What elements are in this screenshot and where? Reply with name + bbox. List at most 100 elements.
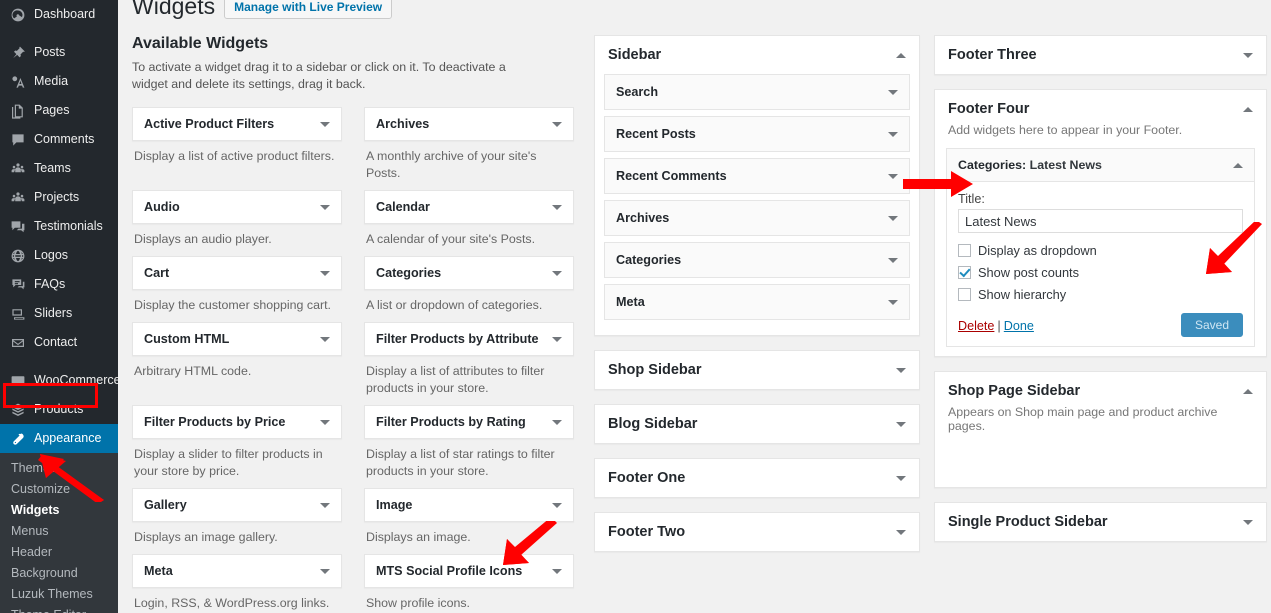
chevron-down-icon[interactable] bbox=[552, 204, 562, 210]
available-widget-custom-html[interactable]: Custom HTML bbox=[132, 322, 342, 356]
appearance-icon bbox=[9, 430, 27, 448]
chevron-down-icon[interactable] bbox=[888, 299, 898, 305]
widget-title-input[interactable] bbox=[958, 209, 1243, 233]
chevron-down-icon[interactable] bbox=[320, 419, 330, 425]
assigned-widget-archives[interactable]: Archives bbox=[604, 200, 910, 236]
submenu-item-widgets[interactable]: Widgets bbox=[0, 499, 118, 520]
checkbox-row[interactable]: Display as dropdown bbox=[958, 243, 1243, 258]
sidebar-item-faqs[interactable]: FAQs bbox=[0, 270, 118, 299]
sidebar-item-products[interactable]: Products bbox=[0, 395, 118, 424]
chevron-down-icon[interactable] bbox=[320, 336, 330, 342]
submenu-item-customize[interactable]: Customize bbox=[0, 478, 118, 499]
checkbox-show-hierarchy[interactable] bbox=[958, 288, 971, 301]
assigned-widget-categories[interactable]: Categories bbox=[604, 242, 910, 278]
panel-header[interactable]: Single Product Sidebar bbox=[935, 503, 1266, 541]
available-widget-audio[interactable]: Audio bbox=[132, 190, 342, 224]
assigned-widget-recent-posts[interactable]: Recent Posts bbox=[604, 116, 910, 152]
pages-icon bbox=[9, 102, 27, 120]
sidebar-item-sliders[interactable]: Sliders bbox=[0, 299, 118, 328]
available-widget-archives[interactable]: Archives bbox=[364, 107, 574, 141]
checkbox-display-as-dropdown[interactable] bbox=[958, 244, 971, 257]
sidebar-item-pages[interactable]: Pages bbox=[0, 96, 118, 125]
assigned-widget-search[interactable]: Search bbox=[604, 74, 910, 110]
chevron-down-icon[interactable] bbox=[552, 419, 562, 425]
available-widget-calendar[interactable]: Calendar bbox=[364, 190, 574, 224]
chevron-down-icon[interactable] bbox=[552, 336, 562, 342]
delete-link[interactable]: Delete bbox=[958, 319, 994, 333]
available-widget-filter-products-by-rating[interactable]: Filter Products by Rating bbox=[364, 405, 574, 439]
chevron-down-icon[interactable] bbox=[320, 270, 330, 276]
submenu-item-themes[interactable]: Themes bbox=[0, 457, 118, 478]
chevron-down-icon[interactable] bbox=[896, 529, 906, 535]
chevron-down-icon[interactable] bbox=[320, 121, 330, 127]
panel-header[interactable]: Footer Three bbox=[935, 36, 1266, 74]
chevron-up-icon[interactable] bbox=[1243, 388, 1253, 394]
checkbox-show-post-counts[interactable] bbox=[958, 266, 971, 279]
sidebar-item-media[interactable]: Media bbox=[0, 67, 118, 96]
panel-header[interactable]: Footer One bbox=[595, 459, 919, 497]
sidebar-item-logos[interactable]: Logos bbox=[0, 241, 118, 270]
available-widget-gallery[interactable]: Gallery bbox=[132, 488, 342, 522]
woocommerce-icon bbox=[9, 372, 27, 390]
chevron-down-icon[interactable] bbox=[888, 89, 898, 95]
chevron-down-icon[interactable] bbox=[320, 568, 330, 574]
available-widget-image[interactable]: Image bbox=[364, 488, 574, 522]
chevron-down-icon[interactable] bbox=[896, 421, 906, 427]
checkbox-row[interactable]: Show hierarchy bbox=[958, 287, 1243, 302]
chevron-down-icon[interactable] bbox=[896, 367, 906, 373]
chevron-down-icon[interactable] bbox=[1243, 519, 1253, 525]
submenu-item-background[interactable]: Background bbox=[0, 562, 118, 583]
panel-header[interactable]: Blog Sidebar bbox=[595, 405, 919, 443]
chevron-down-icon[interactable] bbox=[320, 204, 330, 210]
chevron-down-icon[interactable] bbox=[552, 121, 562, 127]
chevron-down-icon[interactable] bbox=[552, 502, 562, 508]
chevron-down-icon[interactable] bbox=[888, 215, 898, 221]
chevron-up-icon[interactable] bbox=[1233, 162, 1243, 168]
done-link[interactable]: Done bbox=[1004, 319, 1034, 333]
sidebar-panel-footer-three: Footer Three bbox=[934, 35, 1267, 75]
widget-header[interactable]: Categories: Latest News bbox=[947, 149, 1254, 182]
sidebar-item-woocommerce[interactable]: WooCommerce bbox=[0, 366, 118, 395]
chevron-down-icon[interactable] bbox=[552, 270, 562, 276]
submenu-item-luzuk-themes[interactable]: Luzuk Themes bbox=[0, 583, 118, 604]
available-widget-categories[interactable]: Categories bbox=[364, 256, 574, 290]
chevron-down-icon[interactable] bbox=[888, 257, 898, 263]
sidebar-item-contact[interactable]: Contact bbox=[0, 328, 118, 357]
sidebar-item-projects[interactable]: Projects bbox=[0, 183, 118, 212]
submenu-item-menus[interactable]: Menus bbox=[0, 520, 118, 541]
manage-live-preview-button[interactable]: Manage with Live Preview bbox=[224, 0, 393, 19]
available-widget-filter-products-by-price[interactable]: Filter Products by Price bbox=[132, 405, 342, 439]
submenu-item-header[interactable]: Header bbox=[0, 541, 118, 562]
chevron-down-icon[interactable] bbox=[320, 502, 330, 508]
sidebar-item-teams[interactable]: Teams bbox=[0, 154, 118, 183]
chevron-up-icon[interactable] bbox=[1243, 106, 1253, 112]
chevron-down-icon[interactable] bbox=[1243, 52, 1253, 58]
chevron-up-icon[interactable] bbox=[896, 52, 906, 58]
chevron-down-icon[interactable] bbox=[888, 131, 898, 137]
save-button[interactable]: Saved bbox=[1180, 313, 1243, 337]
panel-header[interactable]: Sidebar bbox=[595, 36, 919, 74]
sidebar-item-testimonials[interactable]: Testimonials bbox=[0, 212, 118, 241]
chevron-down-icon[interactable] bbox=[888, 173, 898, 179]
widget-description: Displays an image gallery. bbox=[134, 530, 278, 544]
sidebar-item-dashboard[interactable]: Dashboard bbox=[0, 0, 118, 29]
submenu-item-theme-editor[interactable]: Theme Editor bbox=[0, 604, 118, 613]
assigned-widget-recent-comments[interactable]: Recent Comments bbox=[604, 158, 910, 194]
panel-header[interactable]: Shop Sidebar bbox=[595, 351, 919, 389]
assigned-widget-meta[interactable]: Meta bbox=[604, 284, 910, 320]
available-widget-cell: Gallery Displays an image gallery. bbox=[132, 488, 342, 554]
available-widget-meta[interactable]: Meta bbox=[132, 554, 342, 588]
panel-header[interactable]: Footer Two bbox=[595, 513, 919, 551]
checkbox-row[interactable]: Show post counts bbox=[958, 265, 1243, 280]
available-widget-filter-products-by-attribute[interactable]: Filter Products by Attribute bbox=[364, 322, 574, 356]
sidebar-item-posts[interactable]: Posts bbox=[0, 38, 118, 67]
sidebar-item-comments[interactable]: Comments bbox=[0, 125, 118, 154]
available-widget-cart[interactable]: Cart bbox=[132, 256, 342, 290]
sidebar-item-appearance[interactable]: Appearance bbox=[0, 424, 118, 453]
widget-type-label: Categories: bbox=[958, 158, 1027, 172]
chevron-down-icon[interactable] bbox=[552, 568, 562, 574]
available-widget-active-product-filters[interactable]: Active Product Filters bbox=[132, 107, 342, 141]
page-title: Widgets bbox=[132, 0, 216, 19]
chevron-down-icon[interactable] bbox=[896, 475, 906, 481]
available-widget-mts-social-profile-icons[interactable]: MTS Social Profile Icons bbox=[364, 554, 574, 588]
